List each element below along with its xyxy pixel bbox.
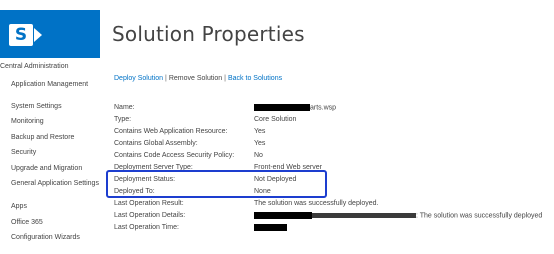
property-value-name: arts.wsp [254,104,336,111]
property-label-last-operation-time: Last Operation Time: [114,224,179,231]
deploy-solution-link[interactable]: Deploy Solution [114,75,163,82]
property-label-web-app-resource: Contains Web Application Resource: [114,128,228,135]
nav-item-application-management[interactable]: Application Management [11,80,106,89]
deployment-status-highlight-box [106,170,327,198]
redaction-bar [254,212,312,219]
sharepoint-logo[interactable]: S [0,10,100,58]
property-value-global-assembly: Yes [254,140,266,147]
property-value-last-operation-details-text: : The solution was successfully deployed [416,212,543,220]
nav-item-office-365[interactable]: Office 365 [11,218,106,227]
nav-item-system-settings[interactable]: System Settings [11,102,106,111]
property-value-last-operation-details: : The solution was successfully deployed [254,212,542,219]
property-value-web-app-resource: Yes [254,128,266,135]
property-value-last-operation-result: The solution was successfully deployed. [254,200,379,207]
nav-header-central-administration[interactable]: Central Administration [0,63,68,70]
property-label-global-assembly: Contains Global Assembly: [114,140,198,147]
sharepoint-s-icon: S [14,25,28,45]
nav-item-backup-and-restore[interactable]: Backup and Restore [11,133,106,142]
property-label-code-access-security-policy: Contains Code Access Security Policy: [114,152,235,159]
sharepoint-arrow-icon [34,28,42,42]
nav-item-configuration-wizards[interactable]: Configuration Wizards [11,233,106,242]
property-label-last-operation-result: Last Operation Result: [114,200,184,207]
redaction-bar [312,213,416,218]
property-label-type: Type: [114,116,132,123]
solution-action-links: Deploy Solution | Remove Solution | Back to … [114,75,282,82]
nav-item-general-application-settings[interactable]: General Application Settings [11,179,106,188]
back-to-solutions-link[interactable]: Back to Solutions [228,75,282,82]
property-value-name-text: arts.wsp [310,104,337,112]
property-value-type: Core Solution [254,116,297,123]
redaction-bar [254,224,287,231]
property-label-last-operation-details: Last Operation Details: [114,212,186,219]
property-label-name: Name: [114,104,135,111]
nav-item-monitoring[interactable]: Monitoring [11,117,106,126]
redaction-bar [254,104,310,111]
page-title: Solution Properties [112,22,305,46]
nav-item-upgrade-and-migration[interactable]: Upgrade and Migration [11,164,106,173]
solution-properties-page: S Solution Properties Central Administra… [0,0,554,254]
property-value-code-access-security-policy: No [254,152,263,159]
nav-item-apps[interactable]: Apps [11,202,106,211]
nav-item-security[interactable]: Security [11,148,106,157]
property-value-last-operation-time [254,224,287,231]
remove-solution-link: Remove Solution [168,75,223,82]
